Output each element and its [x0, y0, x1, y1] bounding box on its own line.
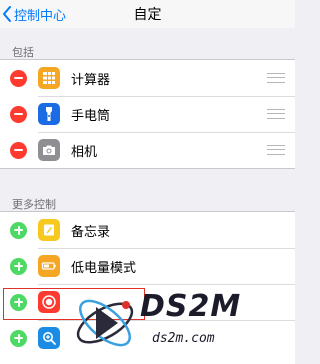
magnifier-icon	[38, 327, 60, 349]
item-label: 计算器	[71, 72, 111, 88]
item-label: 相机	[71, 144, 98, 160]
item-label: 低电量模式	[71, 260, 137, 276]
camera-icon	[38, 139, 60, 161]
list-item: 低电量模式	[0, 248, 295, 284]
add-button[interactable]	[10, 329, 27, 347]
section-header-included: 包括	[12, 46, 34, 59]
list-item: 计算器	[0, 60, 295, 96]
list-item: 手电筒	[0, 96, 295, 132]
remove-button[interactable]	[10, 105, 27, 123]
reorder-handle[interactable]	[267, 145, 285, 155]
watermark-logo-icon	[76, 299, 134, 347]
included-list: 计算器 手电筒 相机	[0, 59, 295, 169]
list-item: 备忘录	[0, 212, 295, 248]
battery-icon	[38, 255, 60, 277]
add-button[interactable]	[10, 221, 27, 239]
flashlight-icon	[38, 103, 60, 125]
section-header-more: 更多控制	[12, 198, 56, 211]
item-label: 手电筒	[71, 108, 111, 124]
watermark-logo-text: DS2M	[140, 289, 242, 324]
item-label: 备忘录	[71, 224, 111, 240]
watermark-url: ds2m.com	[152, 331, 215, 346]
reorder-handle[interactable]	[267, 73, 285, 83]
remove-button[interactable]	[10, 141, 27, 159]
list-item: 相机	[0, 132, 295, 168]
add-button[interactable]	[10, 257, 27, 275]
watermark: DS2M ds2m.com	[70, 285, 290, 360]
navigation-bar: 控制中心 自定	[0, 0, 295, 28]
calculator-icon	[38, 67, 60, 89]
remove-button[interactable]	[10, 69, 27, 87]
page-title: 自定	[133, 7, 162, 23]
notes-icon	[38, 219, 60, 241]
reorder-handle[interactable]	[267, 109, 285, 119]
